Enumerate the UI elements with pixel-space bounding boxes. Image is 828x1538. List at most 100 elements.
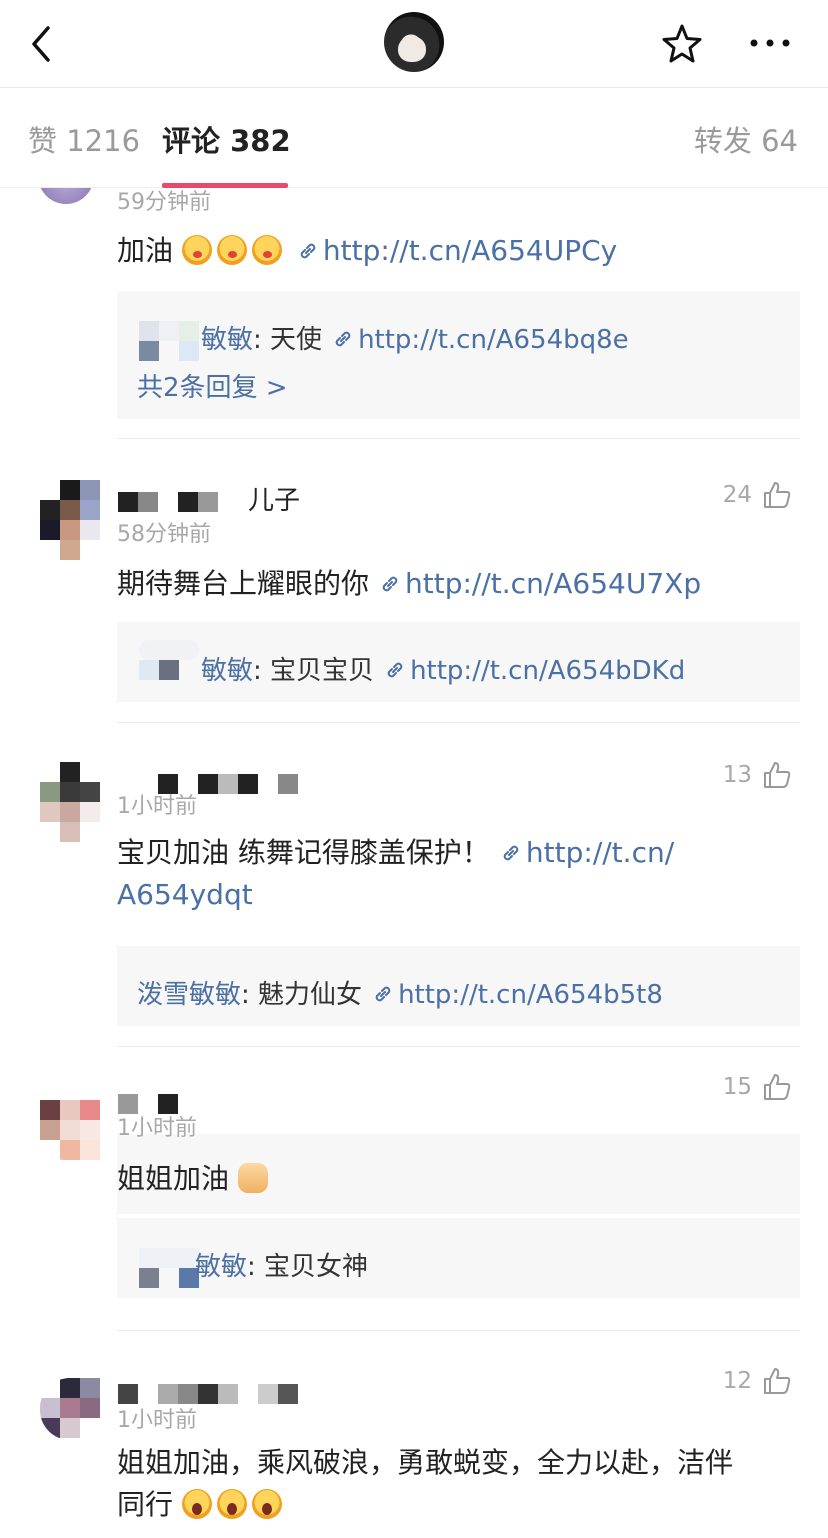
like-button[interactable]: 24 <box>723 480 792 510</box>
avatar[interactable] <box>40 762 100 842</box>
like-count: 24 <box>722 482 752 508</box>
comment-text: 宝贝加油 练舞记得膝盖保护！ http://t.cn/A654ydqt <box>117 832 807 916</box>
avatar-face <box>398 36 426 62</box>
comment-list[interactable]: 59分钟前 加油 http://t.cn/A654UPCy 敏敏: 天使 http… <box>0 188 828 1538</box>
reply-text: 宝贝女神 <box>264 1252 369 1282</box>
reply-link[interactable]: http://t.cn/A654bq8e <box>358 325 629 355</box>
comment-body-line1: 姐姐加油，乘风破浪，勇敢蜕变，全力以赴，洁伴 <box>117 1446 734 1479</box>
reply-username[interactable]: 敏敏 <box>201 656 253 686</box>
reply-text: 宝贝宝贝 <box>270 656 375 686</box>
reply-separator: : <box>253 656 271 686</box>
fist-emoji-icon <box>237 1163 268 1193</box>
blurred-username <box>139 321 201 361</box>
comment-body: 姐姐加油 <box>117 1162 230 1195</box>
more-replies-link[interactable]: 共2条回复 > <box>137 367 288 404</box>
blurred-username <box>139 640 201 680</box>
comment-text: 姐姐加油 <box>117 1158 807 1200</box>
avatar[interactable] <box>40 480 100 560</box>
comment-username-blurred[interactable] <box>118 1088 178 1114</box>
reply-separator: : <box>241 980 259 1010</box>
reply-line: 敏敏: 宝贝宝贝 http://t.cn/A654bDKd <box>201 650 685 687</box>
screaming-emoji-icon <box>181 1489 212 1519</box>
reply-username[interactable]: 敏敏 <box>195 1252 247 1282</box>
comment-time: 58分钟前 <box>117 522 211 547</box>
like-count: 15 <box>722 1074 752 1100</box>
divider <box>117 722 800 723</box>
thumbs-up-icon <box>764 1074 791 1100</box>
interaction-tabs: 赞 1216 评论 382 转发 64 <box>0 88 828 188</box>
screaming-emoji-icon <box>251 1489 282 1519</box>
comment-link[interactable]: http://t.cn/ <box>526 836 674 869</box>
comment-time: 1小时前 <box>117 794 197 819</box>
tab-reposts[interactable]: 转发 64 <box>694 118 798 160</box>
blurred-username <box>139 1248 201 1288</box>
reply-box[interactable]: 敏敏: 宝贝女神 <box>117 1218 800 1298</box>
comment-text: 加油 http://t.cn/A654UPCy <box>117 230 807 272</box>
screaming-emoji-icon <box>216 1489 247 1519</box>
comment-link-continued[interactable]: A654ydqt <box>117 878 253 911</box>
reply-box[interactable]: 泼雪敏敏: 魅力仙女 http://t.cn/A654b5t8 <box>117 946 800 1026</box>
comment-body: 期待舞台上耀眼的你 <box>117 567 370 600</box>
avatar[interactable] <box>38 188 94 204</box>
back-button[interactable] <box>24 22 64 66</box>
more-options-button[interactable] <box>748 28 792 58</box>
divider <box>117 1330 800 1331</box>
link-icon <box>382 576 398 592</box>
reply-link[interactable]: http://t.cn/A654b5t8 <box>398 980 663 1010</box>
comment-text: 姐姐加油，乘风破浪，勇敢蜕变，全力以赴，洁伴 同行 <box>117 1442 807 1526</box>
link-icon <box>387 662 403 678</box>
link-icon <box>335 331 351 347</box>
reply-username[interactable]: 泼雪敏敏 <box>137 980 241 1010</box>
reply-separator: : <box>253 325 271 355</box>
link-icon <box>503 845 519 861</box>
divider <box>117 1046 800 1047</box>
reply-link[interactable]: http://t.cn/A654bDKd <box>410 656 685 686</box>
comment-time: 1小时前 <box>117 1408 197 1433</box>
kiss-emoji-icon <box>181 235 212 265</box>
like-count: 12 <box>722 1368 752 1394</box>
comment-item: 1小时前 13 宝贝加油 练舞记得膝盖保护！ http://t.cn/A654yd… <box>0 752 828 1237</box>
comment-link[interactable]: http://t.cn/A654UPCy <box>323 234 617 267</box>
reply-box[interactable]: 敏敏: 天使 http://t.cn/A654bq8e 共2条回复 > <box>117 291 800 419</box>
tab-comments[interactable]: 评论 382 <box>162 118 291 160</box>
thumbs-up-icon <box>764 1368 791 1394</box>
reply-line: 敏敏: 宝贝女神 <box>195 1246 368 1283</box>
comment-item: 1小时前 12 姐姐加油，乘风破浪，勇敢蜕变，全力以赴，洁伴 同行 <box>0 1360 828 1538</box>
thumbs-up-icon <box>764 482 791 508</box>
comment-body: 加油 <box>117 234 174 267</box>
like-button[interactable]: 12 <box>723 1366 792 1396</box>
tab-likes[interactable]: 赞 1216 <box>28 118 140 160</box>
avatar[interactable] <box>40 1378 100 1440</box>
reply-username[interactable]: 敏敏 <box>201 325 253 355</box>
link-icon <box>375 986 391 1002</box>
comment-username[interactable]: 儿子 <box>118 480 300 516</box>
comment-item: 59分钟前 加油 http://t.cn/A654UPCy 敏敏: 天使 http… <box>0 188 828 448</box>
comment-time: 59分钟前 <box>117 190 211 215</box>
comment-body-line2: 同行 <box>117 1488 174 1521</box>
comment-item: 1小时前 15 姐姐加油 敏敏: 宝贝女神 <box>0 1074 828 1331</box>
comment-link[interactable]: http://t.cn/A654U7Xp <box>405 567 701 600</box>
kiss-emoji-icon <box>216 235 247 265</box>
comment-username-blurred[interactable] <box>118 1378 298 1404</box>
like-count: 13 <box>722 762 752 788</box>
kiss-emoji-icon <box>251 235 282 265</box>
author-avatar[interactable] <box>384 12 444 72</box>
comment-text: 期待舞台上耀眼的你 http://t.cn/A654U7Xp <box>117 563 807 605</box>
reply-text: 魅力仙女 <box>258 980 363 1010</box>
thumbs-up-icon <box>764 762 791 788</box>
top-nav-bar <box>0 0 828 88</box>
username-visible-part: 儿子 <box>248 486 301 516</box>
favorite-button[interactable] <box>660 22 704 66</box>
reply-box[interactable]: 敏敏: 宝贝宝贝 http://t.cn/A654bDKd <box>117 622 800 702</box>
like-button[interactable]: 13 <box>723 760 792 790</box>
reply-text: 天使 <box>270 325 323 355</box>
comment-body: 宝贝加油 练舞记得膝盖保护！ <box>117 836 490 869</box>
reply-line: 敏敏: 天使 http://t.cn/A654bq8e <box>201 319 629 356</box>
avatar[interactable] <box>26 1080 100 1160</box>
divider <box>117 438 800 439</box>
link-icon <box>300 243 316 259</box>
comment-item: 儿子 58分钟前 24 期待舞台上耀眼的你 http://t.cn/A654U7X… <box>0 468 828 753</box>
like-button[interactable]: 15 <box>723 1072 792 1102</box>
ellipsis-icon <box>750 39 790 47</box>
chevron-left-icon <box>32 26 50 62</box>
